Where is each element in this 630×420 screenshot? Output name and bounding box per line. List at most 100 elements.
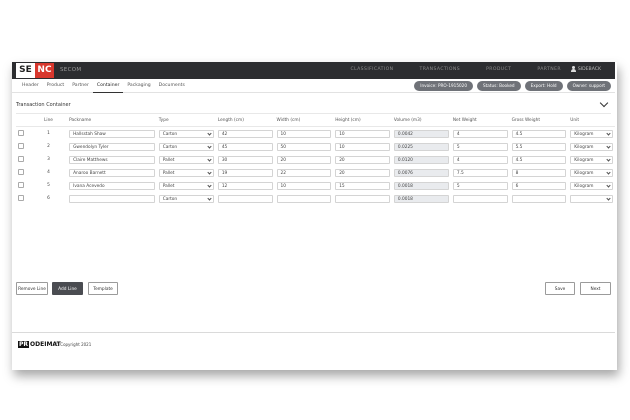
tab-container[interactable]: Container: [92, 79, 124, 93]
packname-input[interactable]: Hallsstah Shaw: [69, 129, 155, 138]
net-weight-input[interactable]: 4: [452, 129, 508, 138]
height-input[interactable]: 15: [335, 181, 390, 190]
cell-unit: [568, 192, 615, 205]
header-gross-weight: Gross Weight: [509, 114, 569, 127]
unit-select[interactable]: Kilogram: [570, 155, 613, 164]
height-input[interactable]: 20: [335, 155, 390, 164]
height-input[interactable]: [335, 194, 390, 203]
row-select-cell: [16, 127, 30, 141]
volume-field: 0.0042: [393, 129, 449, 138]
tab-product[interactable]: Product: [43, 79, 68, 93]
type-select[interactable]: Carton: [158, 142, 214, 151]
nav-classification[interactable]: CLASSIFICATION: [350, 67, 393, 72]
width-input[interactable]: 22: [276, 168, 332, 177]
cell-unit: Kilogram: [568, 153, 615, 166]
length-input[interactable]: 12: [217, 181, 273, 190]
cell-gross: 4.5: [510, 127, 569, 141]
length-input[interactable]: 19: [217, 168, 273, 177]
cell-type: Carton: [157, 127, 216, 141]
packname-input[interactable]: Anaroo Barnett: [69, 168, 155, 177]
height-input[interactable]: 20: [335, 168, 390, 177]
unit-select[interactable]: [570, 194, 613, 203]
gross-weight-input[interactable]: 4.5: [511, 129, 567, 138]
net-weight-input[interactable]: 7.5: [452, 168, 508, 177]
type-select[interactable]: Pallet: [158, 168, 214, 177]
unit-select[interactable]: Kilogram: [570, 168, 613, 177]
height-input[interactable]: 10: [335, 129, 390, 138]
table-body: 1 Hallsstah Shaw Carton 42 10 10 0.0042 4 4.5 Kil…: [16, 127, 615, 206]
width-input[interactable]: 20: [276, 155, 332, 164]
tab-documents[interactable]: Documents: [155, 79, 189, 93]
row-checkbox[interactable]: [18, 129, 24, 136]
cell-height: 10: [333, 140, 392, 153]
unit-select[interactable]: Kilogram: [570, 129, 613, 138]
gross-weight-input[interactable]: 4.5: [511, 155, 567, 164]
user-menu[interactable]: SIDEBACK: [570, 66, 601, 72]
cell-gross: 8: [510, 166, 569, 179]
logo-se: SE: [16, 63, 35, 78]
gross-weight-input[interactable]: 8: [511, 168, 567, 177]
cell-type: Pallet: [157, 166, 216, 179]
length-input[interactable]: [217, 194, 273, 203]
length-input[interactable]: 30: [217, 155, 273, 164]
header-select: [16, 114, 30, 127]
section-title: Transaction Container: [16, 102, 71, 108]
gross-weight-input[interactable]: [511, 194, 567, 203]
cell-width: 10: [275, 179, 334, 192]
export-pill[interactable]: Export: Hold: [524, 81, 563, 91]
add-line-button[interactable]: Add Line: [52, 282, 83, 295]
packname-input[interactable]: Ivana Acevedo: [69, 181, 155, 190]
width-input[interactable]: 10: [276, 129, 332, 138]
nav-partner[interactable]: PARTNER: [537, 67, 561, 72]
row-checkbox[interactable]: [18, 142, 24, 149]
tab-packaging[interactable]: Packaging: [123, 79, 154, 93]
brand-logo[interactable]: SE NC: [16, 63, 54, 78]
height-input[interactable]: 10: [335, 142, 390, 151]
table-row: 1 Hallsstah Shaw Carton 42 10 10 0.0042 4 4.5 Kil…: [16, 127, 615, 141]
remove-line-button[interactable]: Remove Line: [16, 282, 48, 295]
invoice-pill[interactable]: Invoice: PRO-1915020: [414, 81, 473, 91]
save-button[interactable]: Save: [545, 282, 575, 295]
width-input[interactable]: 10: [276, 181, 332, 190]
type-select[interactable]: Pallet: [158, 155, 214, 164]
net-weight-input[interactable]: 5: [452, 142, 508, 151]
row-checkbox[interactable]: [18, 194, 24, 201]
width-input[interactable]: 50: [276, 142, 332, 151]
cell-height: 20: [333, 153, 392, 166]
type-select[interactable]: Carton: [158, 129, 214, 138]
row-checkbox[interactable]: [18, 155, 24, 162]
status-pills: Invoice: PRO-1915020 Status: Booked Expo…: [414, 81, 611, 91]
unit-select[interactable]: Kilogram: [570, 181, 613, 190]
nav-product[interactable]: PRODUCT: [486, 67, 511, 72]
cell-gross: [510, 192, 569, 205]
gross-weight-input[interactable]: 6: [511, 181, 567, 190]
packname-input[interactable]: Claire Matthews: [69, 155, 155, 164]
row-checkbox[interactable]: [18, 181, 24, 188]
unit-select[interactable]: Kilogram: [570, 142, 613, 151]
volume-field: 0.0225: [393, 142, 449, 151]
type-select[interactable]: Pallet: [158, 181, 214, 190]
packname-input[interactable]: [69, 194, 155, 203]
type-select[interactable]: Carton: [158, 194, 214, 203]
cell-unit: Kilogram: [568, 127, 615, 141]
owner-pill[interactable]: Owner: support: [566, 81, 611, 91]
row-checkbox[interactable]: [18, 168, 24, 175]
width-input[interactable]: [276, 194, 332, 203]
net-weight-input[interactable]: 5: [452, 181, 508, 190]
status-pill[interactable]: Status: Booked: [477, 81, 521, 91]
tab-partner[interactable]: Partner: [68, 79, 93, 93]
net-weight-input[interactable]: 4: [452, 155, 508, 164]
tab-header[interactable]: Header: [18, 79, 43, 93]
cell-net: [451, 192, 510, 205]
template-button[interactable]: Template: [88, 282, 118, 295]
packname-input[interactable]: Gwendolyn Tyler: [69, 142, 155, 151]
length-input[interactable]: 42: [217, 129, 273, 138]
volume-field: 0.0076: [393, 168, 449, 177]
nav-transactions[interactable]: TRANSACTIONS: [419, 67, 460, 72]
gross-weight-input[interactable]: 5.5: [511, 142, 567, 151]
next-button[interactable]: Next: [580, 282, 611, 295]
length-input[interactable]: 45: [217, 142, 273, 151]
cell-packname: [67, 192, 157, 205]
chevron-down-icon[interactable]: [599, 98, 609, 108]
net-weight-input[interactable]: [452, 194, 508, 203]
